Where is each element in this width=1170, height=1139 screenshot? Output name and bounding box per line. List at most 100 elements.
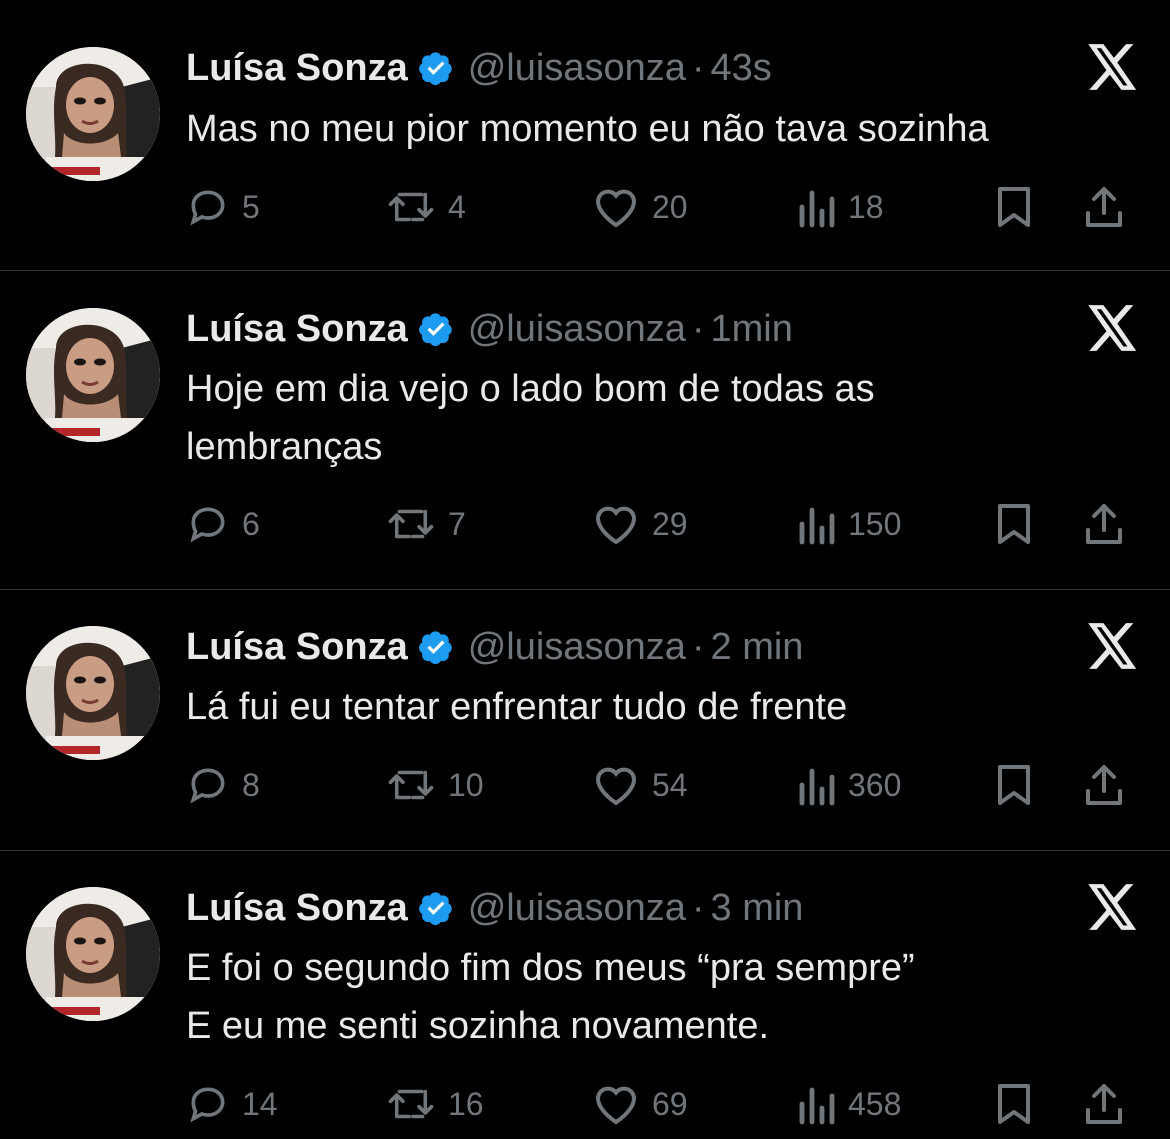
separator-dot: · <box>691 46 705 89</box>
tweet-header: Luísa Sonza @luisasonza · 43s <box>186 44 772 92</box>
like-button[interactable]: 20 <box>592 184 688 230</box>
like-count: 20 <box>652 188 688 225</box>
author-handle[interactable]: @luisasonza <box>468 887 686 930</box>
like-button[interactable]: 69 <box>592 1081 688 1127</box>
bookmark-button[interactable] <box>994 1081 1034 1127</box>
share-button[interactable] <box>1084 1081 1124 1127</box>
tweet-actions: 14 16 69 458 <box>186 1081 1146 1127</box>
retweet-button[interactable]: 7 <box>386 501 466 547</box>
bookmark-button[interactable] <box>994 184 1034 230</box>
bookmark-button[interactable] <box>994 762 1034 808</box>
avatar-photo <box>26 308 160 442</box>
tweet-text: Hoje em dia vejo o lado bom de todas as … <box>186 360 1146 476</box>
reply-count: 14 <box>242 1085 278 1122</box>
views-icon <box>799 768 835 806</box>
retweet-icon <box>388 509 434 539</box>
retweet-button[interactable]: 10 <box>386 762 484 808</box>
share-button[interactable] <box>1084 501 1124 547</box>
views-count: 360 <box>848 766 902 803</box>
tweet[interactable]: Luísa Sonza @luisasonza · 1min Hoje em d… <box>0 271 1170 589</box>
tweet-actions: 8 10 54 360 <box>186 762 1146 808</box>
reply-count: 8 <box>242 766 260 803</box>
retweet-count: 16 <box>448 1085 484 1122</box>
like-button[interactable]: 29 <box>592 501 688 547</box>
timestamp[interactable]: 1min <box>711 308 793 351</box>
share-icon <box>1086 187 1122 227</box>
views-count: 458 <box>848 1085 902 1122</box>
reply-icon <box>190 1087 225 1123</box>
avatar-photo <box>26 887 160 1021</box>
views-button[interactable]: 18 <box>796 184 884 230</box>
avatar[interactable] <box>26 47 160 181</box>
x-logo-icon <box>1088 44 1137 90</box>
timestamp[interactable]: 2 min <box>711 626 804 669</box>
retweet-icon <box>388 192 434 222</box>
share-button[interactable] <box>1084 184 1124 230</box>
author-handle[interactable]: @luisasonza <box>468 308 686 351</box>
bookmark-icon <box>998 187 1030 227</box>
tweet-text-line: E foi o segundo fim dos meus “pra sempre… <box>186 947 915 989</box>
views-button[interactable]: 150 <box>796 501 901 547</box>
tweet-text-line: lembranças <box>186 426 383 468</box>
verified-badge-icon <box>418 52 452 86</box>
tweet[interactable]: Luísa Sonza @luisasonza · 3 min E foi o … <box>0 851 1170 1139</box>
heart-icon <box>595 189 637 228</box>
author-handle[interactable]: @luisasonza <box>468 626 686 669</box>
verified-badge-icon <box>418 313 452 347</box>
author-handle[interactable]: @luisasonza <box>468 47 686 90</box>
retweet-button[interactable]: 16 <box>386 1081 484 1127</box>
heart-icon <box>595 767 637 806</box>
retweet-count: 4 <box>448 188 466 225</box>
tweet-header: Luísa Sonza @luisasonza · 2 min <box>186 623 803 671</box>
views-button[interactable]: 458 <box>796 1081 901 1127</box>
avatar-photo <box>26 626 160 760</box>
views-count: 150 <box>848 505 902 542</box>
x-logo-icon <box>1088 884 1137 930</box>
avatar[interactable] <box>26 626 160 760</box>
bookmark-icon <box>998 504 1030 544</box>
timestamp[interactable]: 43s <box>711 47 772 90</box>
verified-badge-icon <box>418 892 452 926</box>
verified-badge-icon <box>418 631 452 665</box>
retweet-button[interactable]: 4 <box>386 184 466 230</box>
share-button[interactable] <box>1084 762 1124 808</box>
heart-icon <box>595 1086 637 1125</box>
like-count: 69 <box>652 1085 688 1122</box>
author-name[interactable]: Luísa Sonza <box>186 887 408 930</box>
views-count: 18 <box>848 188 884 225</box>
avatar[interactable] <box>26 308 160 442</box>
reply-button[interactable]: 5 <box>186 184 260 230</box>
views-icon <box>799 1087 835 1125</box>
tweet-text-line: Mas no meu pior momento eu não tava sozi… <box>186 108 989 150</box>
share-icon <box>1086 1084 1122 1124</box>
tweet[interactable]: Luísa Sonza @luisasonza · 2 min Lá fui e… <box>0 590 1170 850</box>
like-count: 29 <box>652 505 688 542</box>
author-name[interactable]: Luísa Sonza <box>186 47 408 90</box>
separator-dot: · <box>691 307 705 350</box>
reply-count: 6 <box>242 505 260 542</box>
reply-button[interactable]: 8 <box>186 762 260 808</box>
tweet[interactable]: Luísa Sonza @luisasonza · 43s Mas no meu… <box>0 0 1170 270</box>
reply-button[interactable]: 14 <box>186 1081 278 1127</box>
tweet-text-line: Hoje em dia vejo o lado bom de todas as <box>186 368 875 410</box>
x-logo-icon <box>1088 623 1137 669</box>
retweet-count: 10 <box>448 766 484 803</box>
tweet-text-line: E eu me senti sozinha novamente. <box>186 1005 770 1047</box>
views-icon <box>799 507 835 545</box>
avatar[interactable] <box>26 887 160 1021</box>
author-name[interactable]: Luísa Sonza <box>186 626 408 669</box>
like-button[interactable]: 54 <box>592 762 688 808</box>
separator-dot: · <box>691 886 705 929</box>
views-button[interactable]: 360 <box>796 762 901 808</box>
author-name[interactable]: Luísa Sonza <box>186 308 408 351</box>
tweet-text: E foi o segundo fim dos meus “pra sempre… <box>186 939 1146 1055</box>
tweet-header: Luísa Sonza @luisasonza · 3 min <box>186 884 803 932</box>
bookmark-button[interactable] <box>994 501 1034 547</box>
timestamp[interactable]: 3 min <box>711 887 804 930</box>
bookmark-icon <box>998 765 1030 805</box>
views-icon <box>799 190 835 228</box>
reply-button[interactable]: 6 <box>186 501 260 547</box>
reply-count: 5 <box>242 188 260 225</box>
tweet-header: Luísa Sonza @luisasonza · 1min <box>186 305 793 353</box>
avatar-photo <box>26 47 160 181</box>
